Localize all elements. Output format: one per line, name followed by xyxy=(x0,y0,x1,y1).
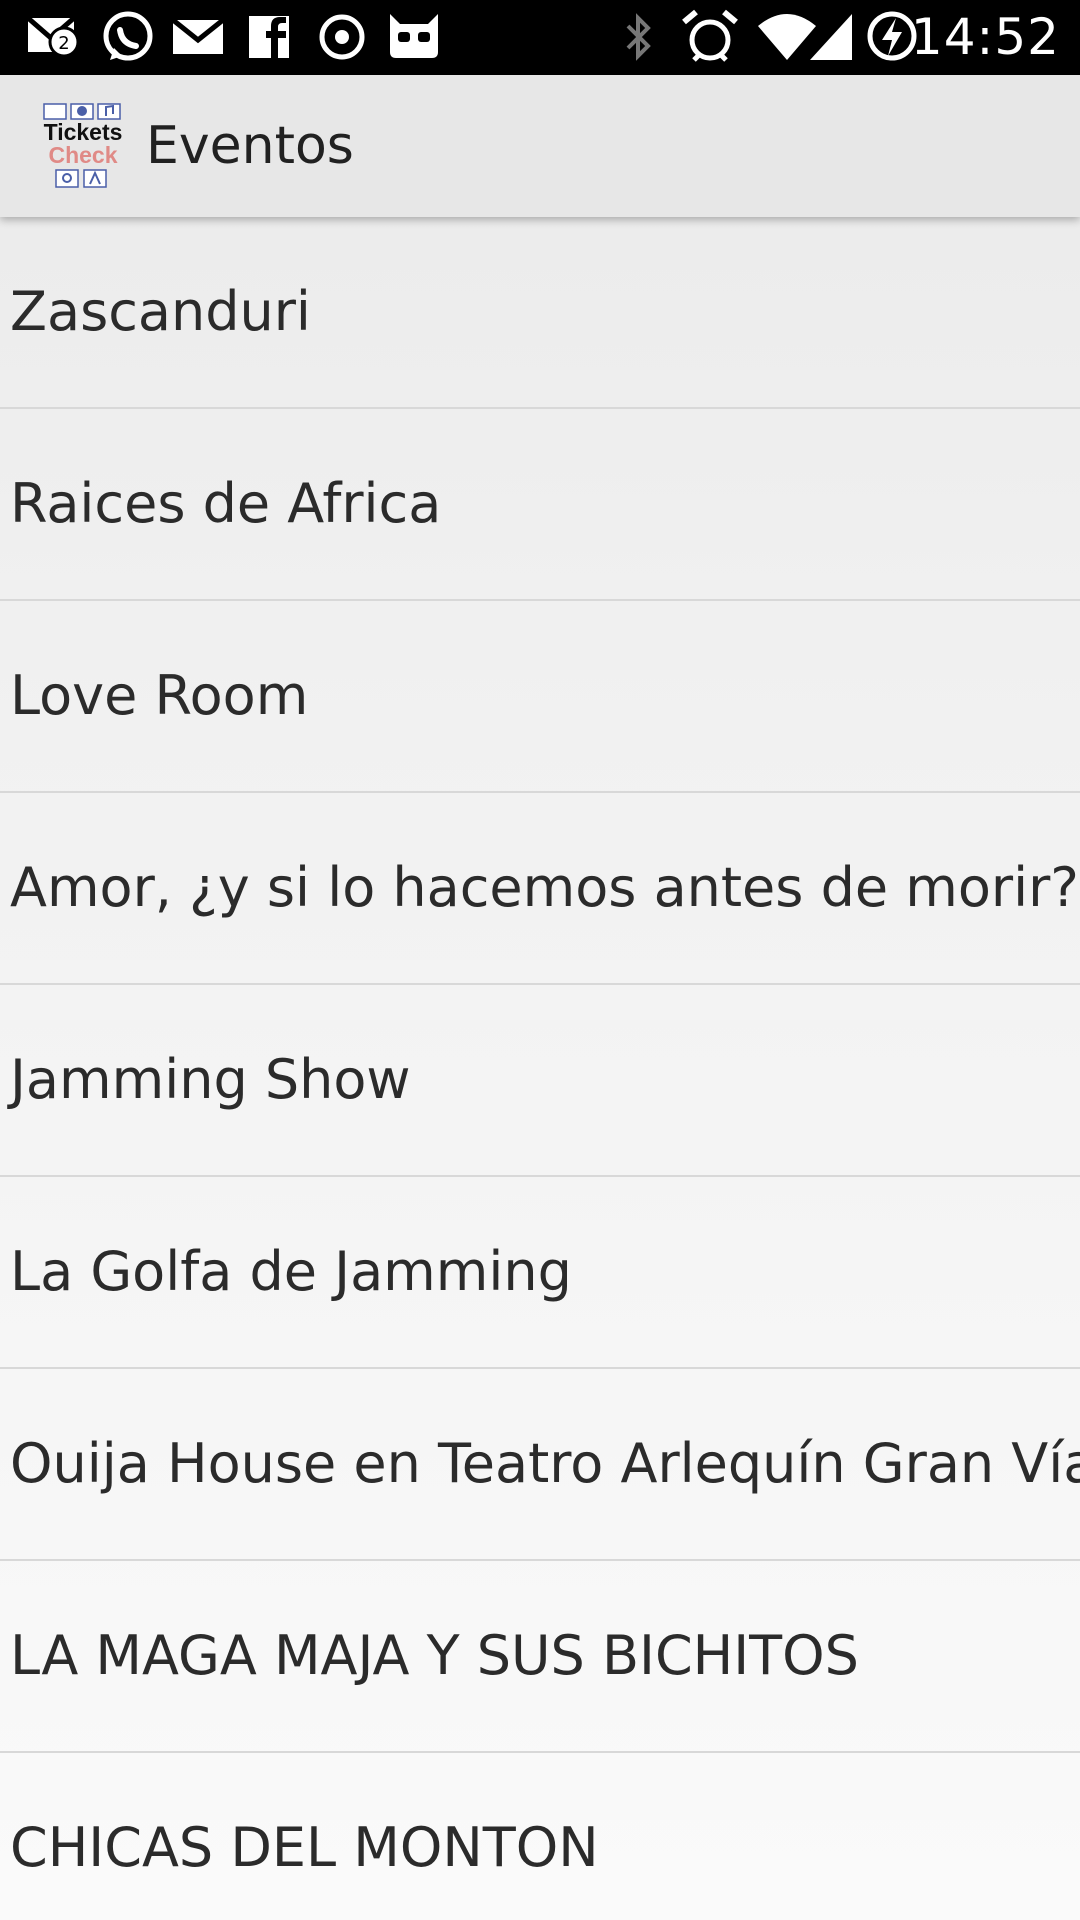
list-item[interactable]: Amor, ¿y si lo hacemos antes de morir? xyxy=(0,793,1080,985)
list-item-label: Amor, ¿y si lo hacemos antes de morir? xyxy=(10,856,1079,919)
whatsapp-icon xyxy=(98,0,158,75)
gmail-icon: 2 xyxy=(6,0,86,75)
cell-signal-icon xyxy=(806,0,856,75)
logo-icons-bottom xyxy=(55,169,107,188)
list-item[interactable]: LA MAGA MAJA Y SUS BICHITOS xyxy=(0,1561,1080,1753)
list-item-label: Ouija House en Teatro Arlequín Gran Vía xyxy=(10,1432,1080,1495)
list-item[interactable]: Zascanduri xyxy=(0,217,1080,409)
list-item[interactable]: La Golfa de Jamming xyxy=(0,1177,1080,1369)
list-item-label: La Golfa de Jamming xyxy=(10,1240,572,1303)
list-item-label: LA MAGA MAJA Y SUS BICHITOS xyxy=(10,1624,859,1687)
list-item-label: Zascanduri xyxy=(10,280,311,343)
circle-app-icon xyxy=(316,0,368,75)
list-item[interactable]: Raices de Africa xyxy=(0,409,1080,601)
list-item[interactable]: Love Room xyxy=(0,601,1080,793)
logo-text-tickets: Tickets xyxy=(43,119,123,145)
status-time: 14:52 xyxy=(910,8,1060,66)
facebook-icon xyxy=(246,0,292,75)
logo-text-check: Check xyxy=(48,142,118,168)
bluetooth-icon xyxy=(620,0,656,75)
list-item[interactable]: CHICAS DEL MONTON xyxy=(0,1753,1080,1920)
cyanogen-icon xyxy=(384,0,444,75)
app-logo[interactable]: Tickets Check xyxy=(40,102,126,190)
page-title: Eventos xyxy=(146,116,354,176)
list-item-label: Love Room xyxy=(10,664,309,727)
list-item-label: Jamming Show xyxy=(10,1048,411,1111)
list-item-label: Raices de Africa xyxy=(10,472,442,535)
list-item[interactable]: Jamming Show xyxy=(0,985,1080,1177)
alarm-icon xyxy=(680,0,740,75)
list-item-label: CHICAS DEL MONTON xyxy=(10,1816,599,1879)
app-bar: Tickets Check Eventos xyxy=(0,75,1080,217)
email-icon xyxy=(170,0,226,75)
notification-badge: 2 xyxy=(58,33,69,54)
event-list: Zascanduri Raices de Africa Love Room Am… xyxy=(0,217,1080,1920)
status-bar: 2 14:52 xyxy=(0,0,1080,75)
list-item[interactable]: Ouija House en Teatro Arlequín Gran Vía xyxy=(0,1369,1080,1561)
